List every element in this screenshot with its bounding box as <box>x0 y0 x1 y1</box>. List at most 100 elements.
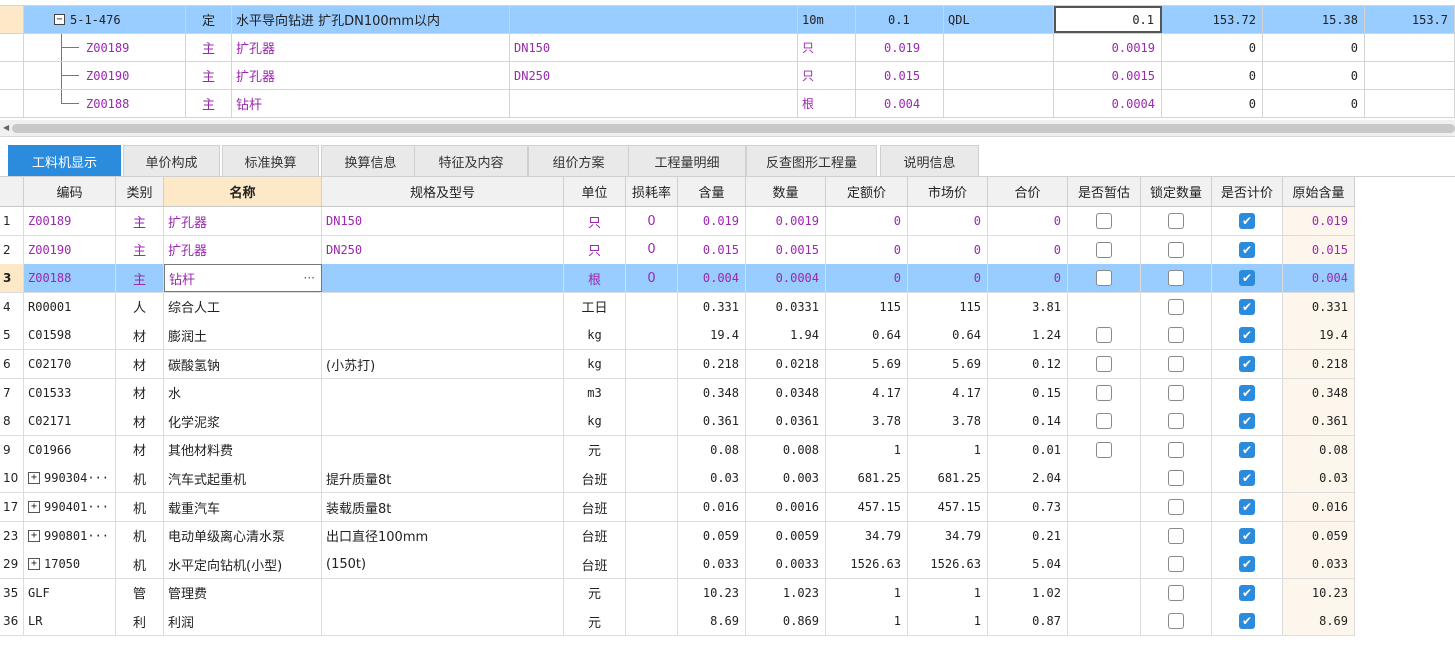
detail-row[interactable]: 4 R00001 人综合人工 工日 0.331 0.0331 115 115 3.81 ✔ 0.33… <box>0 292 1355 322</box>
market-price[interactable]: 3.78 <box>908 407 988 436</box>
scrollbar-thumb[interactable] <box>12 124 1455 133</box>
item-quantity[interactable]: 0.1 <box>1054 6 1162 33</box>
tab-1[interactable]: 工料机显示 <box>8 145 121 176</box>
resource-name[interactable]: 水 <box>164 378 322 407</box>
resource-name[interactable]: 管理费 <box>164 578 322 607</box>
detail-row[interactable]: 17 +990401··· 机载重汽车 装载质量8t 台班 0.016 0.0016 457.… <box>0 493 1355 522</box>
checkbox-unchecked[interactable] <box>1096 213 1112 229</box>
detail-row[interactable]: 35 GLF 管管理费元 10.23 1.023 1 1 1.02 ✔ 10.23 <box>0 578 1355 608</box>
item-name[interactable]: 钻杆 <box>232 90 510 117</box>
resource-name[interactable]: 其他材料费 <box>164 435 322 464</box>
item-code[interactable]: Z00188 <box>24 90 186 117</box>
name-header[interactable]: 名称 <box>164 177 322 206</box>
quantity-value[interactable]: 0.0059 <box>746 521 826 550</box>
resource-code[interactable]: GLF <box>24 578 116 607</box>
checkbox-unchecked[interactable] <box>1168 527 1184 544</box>
item-quantity[interactable]: 0.0004 <box>1054 90 1162 117</box>
scroll-left-arrow-icon[interactable]: ◀ <box>3 123 9 132</box>
resource-code[interactable]: +990801··· <box>24 521 116 550</box>
content-value[interactable]: 0.218 <box>678 350 746 378</box>
checkbox-unchecked[interactable] <box>1096 270 1112 287</box>
market-price[interactable]: 5.69 <box>908 350 988 378</box>
resource-name[interactable]: 汽车式起重机 <box>164 464 322 493</box>
tab-7[interactable]: 工程量明细 <box>628 145 746 176</box>
resource-name[interactable]: 膨润土 <box>164 321 322 350</box>
detail-row[interactable]: 7 C01533 材水 m3 0.348 0.0348 4.17 4.17 0.15 ✔ 0.348 <box>0 378 1355 408</box>
resource-name[interactable]: 电动单级离心清水泵 <box>164 521 322 550</box>
market-price[interactable]: 0 <box>908 264 988 293</box>
detail-row[interactable]: 8 C02171 材化学泥浆 kg 0.361 0.0361 3.78 3.78 0.14 ✔ 0.… <box>0 407 1355 437</box>
market-price[interactable]: 1 <box>908 435 988 464</box>
quantity-value[interactable]: 0.0218 <box>746 350 826 378</box>
checkbox-checked[interactable]: ✔ <box>1239 384 1255 401</box>
checkbox-unchecked[interactable] <box>1168 613 1184 630</box>
tab-5[interactable]: 特征及内容 <box>414 145 528 176</box>
market-price[interactable]: 1526.63 <box>908 550 988 579</box>
item-quantity[interactable]: 0.0019 <box>1054 34 1162 61</box>
resource-code[interactable]: C01598 <box>24 321 116 350</box>
market-price[interactable]: 457.15 <box>908 493 988 521</box>
market-price[interactable]: 0 <box>908 235 988 264</box>
detail-row[interactable]: 10 +990304··· 机汽车式起重机 提升质量8t 台班 0.03 0.003 681.… <box>0 464 1355 494</box>
checkbox-checked[interactable]: ✔ <box>1239 213 1255 229</box>
checkbox-checked[interactable]: ✔ <box>1239 356 1255 372</box>
resource-code[interactable]: R00001 <box>24 292 116 321</box>
tab-9[interactable]: 说明信息 <box>880 145 979 176</box>
item-row-material[interactable]: Z00189 主扩孔器 DN150 只 0.019 0.0019 0 0 <box>0 34 1455 62</box>
checkbox-unchecked[interactable] <box>1168 499 1184 515</box>
horizontal-scrollbar[interactable]: ◀ <box>0 120 1455 137</box>
resource-name[interactable]: 化学泥浆 <box>164 407 322 436</box>
quota-price-header[interactable]: 定额价 <box>826 177 908 206</box>
resource-name[interactable]: 载重汽车 <box>164 493 322 521</box>
item-row-material[interactable]: Z00188 主钻杆根 0.004 0.0004 0 0 <box>0 90 1455 118</box>
collapse-minus-icon[interactable]: − <box>54 14 65 25</box>
checkbox-checked[interactable]: ✔ <box>1239 556 1255 573</box>
checkbox-checked[interactable]: ✔ <box>1239 327 1255 344</box>
tab-6[interactable]: 组价方案 <box>528 145 629 176</box>
quantity-value[interactable]: 0.003 <box>746 464 826 493</box>
quantity-value[interactable]: 0.008 <box>746 435 826 464</box>
detail-row[interactable]: 2 Z00190 主扩孔器 DN250 只 0 0.015 0.0015 0 0 0 ✔ 0.015 <box>0 235 1355 265</box>
checkbox-unchecked[interactable] <box>1168 556 1184 573</box>
content-value[interactable]: 0.033 <box>678 550 746 579</box>
checkbox-checked[interactable]: ✔ <box>1239 413 1255 430</box>
content-value[interactable]: 8.69 <box>678 607 746 636</box>
detail-row[interactable]: 5 C01598 材膨润土 kg 19.4 1.94 0.64 0.64 1.24 ✔ 19.4 <box>0 321 1355 351</box>
checkbox-unchecked[interactable] <box>1096 327 1112 344</box>
is-estimate-header[interactable]: 是否暂估 <box>1068 177 1141 206</box>
resource-code[interactable]: Z00188 <box>24 264 116 293</box>
quantity-value[interactable]: 1.94 <box>746 321 826 350</box>
market-price[interactable]: 1 <box>908 578 988 607</box>
resource-code[interactable]: C02170 <box>24 350 116 378</box>
resource-name[interactable]: 综合人工 <box>164 292 322 321</box>
item-name[interactable]: 水平导向钻进 扩孔DN100mm以内 <box>232 6 510 33</box>
resource-name[interactable]: 碳酸氢钠 <box>164 350 322 378</box>
tab-2[interactable]: 单价构成 <box>123 145 220 176</box>
resource-code[interactable]: LR <box>24 607 116 636</box>
expand-plus-icon[interactable]: + <box>28 558 40 571</box>
content-value[interactable]: 0.03 <box>678 464 746 493</box>
market-price[interactable]: 1 <box>908 607 988 636</box>
item-quantity[interactable]: 0.0015 <box>1054 62 1162 89</box>
expand-plus-icon[interactable]: + <box>28 501 40 513</box>
checkbox-unchecked[interactable] <box>1168 327 1184 344</box>
item-name[interactable]: 扩孔器 <box>232 34 510 61</box>
is-priced-header[interactable]: 是否计价 <box>1212 177 1283 206</box>
checkbox-checked[interactable]: ✔ <box>1239 270 1255 287</box>
checkbox-checked[interactable]: ✔ <box>1239 441 1255 458</box>
tab-3[interactable]: 标准换算 <box>222 145 319 176</box>
item-code[interactable]: −5-1-476 <box>24 6 186 33</box>
content-value[interactable]: 0.019 <box>678 207 746 235</box>
detail-row[interactable]: 3 Z00188 主钻杆 ··· 根 0 0.004 0.0004 0 0 0 ✔ 0.004 <box>0 264 1355 294</box>
checkbox-unchecked[interactable] <box>1096 384 1112 401</box>
expand-plus-icon[interactable]: + <box>28 529 40 542</box>
market-price-header[interactable]: 市场价 <box>908 177 988 206</box>
market-price[interactable]: 0.64 <box>908 321 988 350</box>
resource-name[interactable]: 水平定向钻机(小型) <box>164 550 322 579</box>
quantity-value[interactable]: 0.0033 <box>746 550 826 579</box>
resource-code[interactable]: +990304··· <box>24 464 116 493</box>
checkbox-unchecked[interactable] <box>1096 356 1112 372</box>
market-price[interactable]: 34.79 <box>908 521 988 550</box>
checkbox-checked[interactable]: ✔ <box>1239 584 1255 601</box>
quantity-value[interactable]: 1.023 <box>746 578 826 607</box>
